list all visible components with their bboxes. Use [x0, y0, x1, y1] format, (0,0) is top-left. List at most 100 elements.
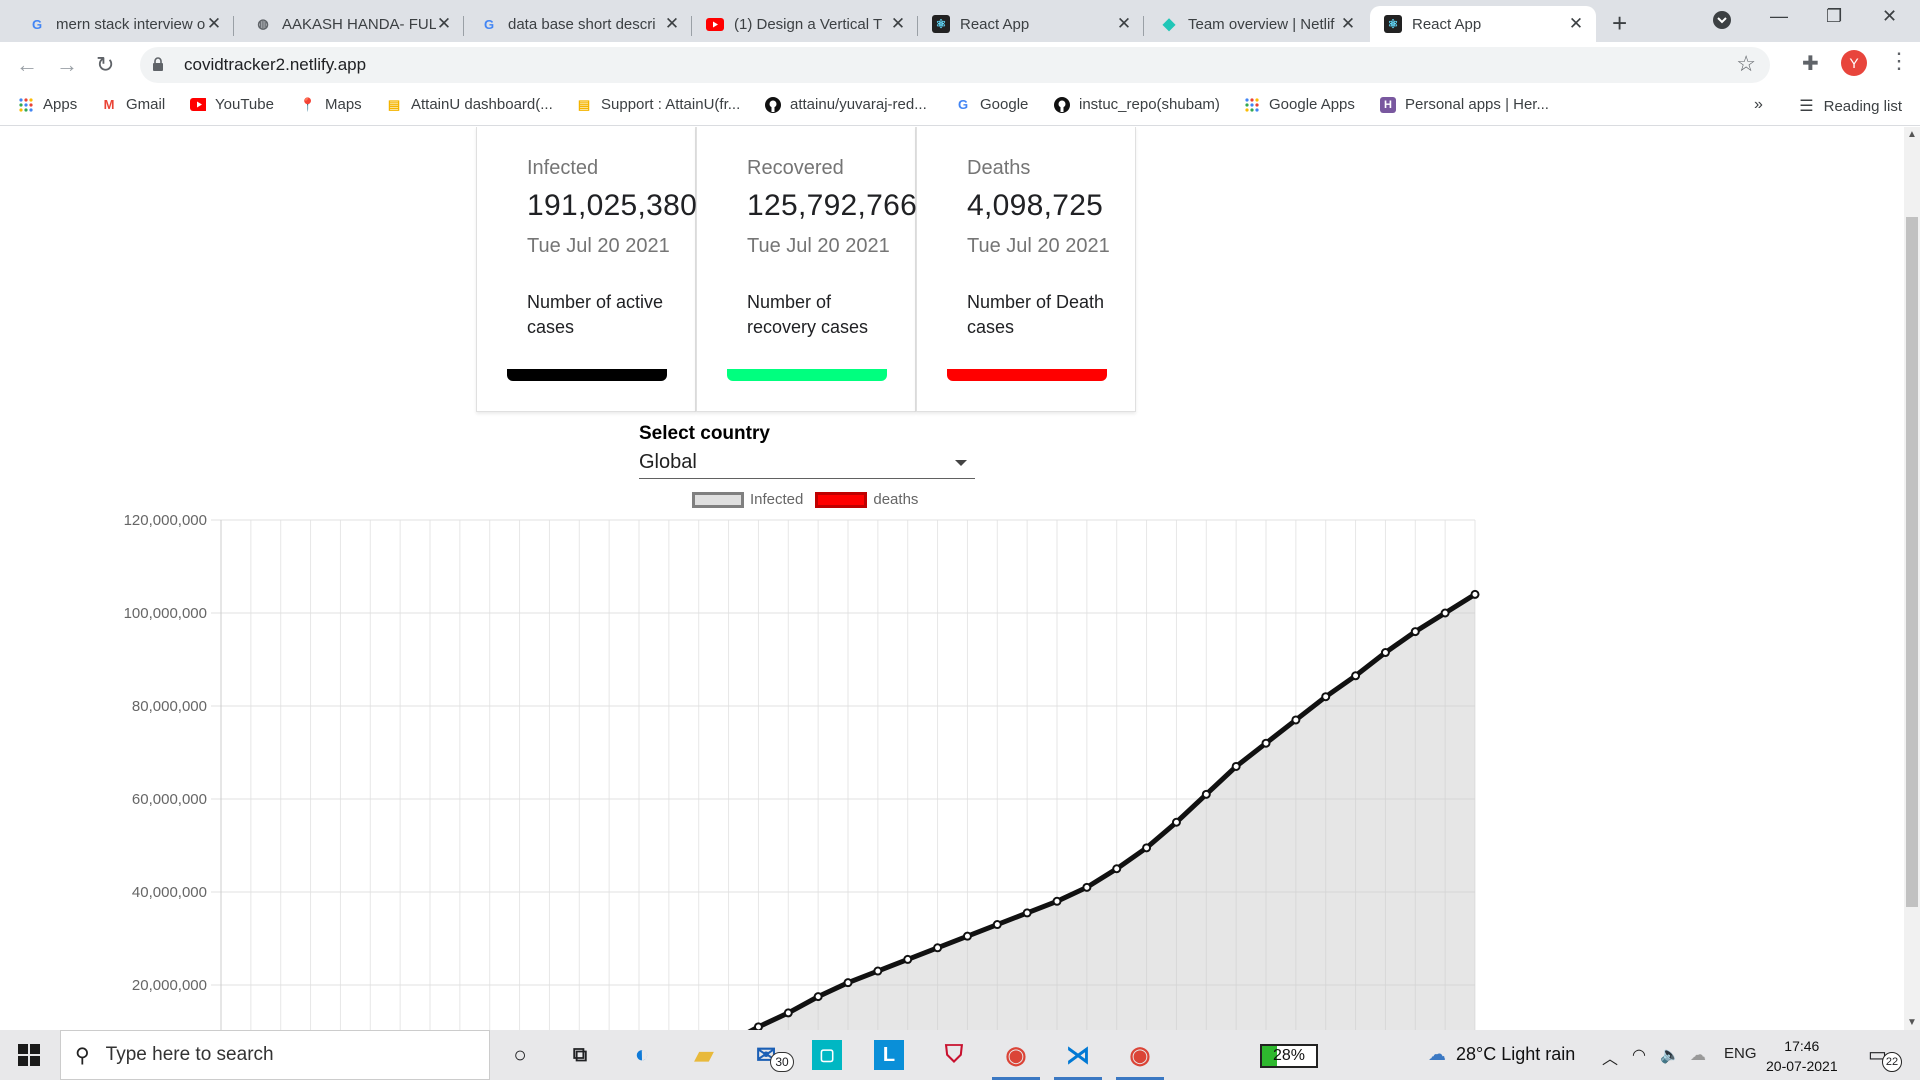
wifi-icon[interactable]: ◠ — [1632, 1045, 1646, 1065]
bookmark-label: Personal apps | Her... — [1405, 96, 1549, 113]
scroll-down-arrow-icon[interactable]: ▼ — [1907, 1017, 1917, 1028]
windows-start-icon[interactable] — [18, 1044, 40, 1066]
close-window-icon[interactable]: ✕ — [1882, 6, 1897, 27]
gmail-icon: M — [103, 97, 115, 112]
bookmark-youtube[interactable]: YouTube — [190, 96, 274, 113]
tab-3[interactable]: (1) Design a Vertical T ✕ — [692, 6, 918, 42]
chrome-profile-icon[interactable]: ◉ — [1116, 1038, 1164, 1080]
extensions-icon[interactable]: ✚ — [1802, 51, 1819, 76]
infected-data-point — [1380, 648, 1390, 658]
bookmark-maps[interactable]: 📍 Maps — [300, 96, 362, 113]
tab-4[interactable]: ⚛ React App ✕ — [918, 6, 1144, 42]
tab-6-active[interactable]: ⚛ React App ✕ — [1370, 6, 1596, 42]
tab-2[interactable]: G data base short descri ✕ — [466, 6, 692, 42]
restore-icon[interactable]: ❐ — [1826, 6, 1842, 27]
store-icon[interactable]: ▢ — [812, 1040, 842, 1070]
bookmark-github-instuc[interactable]: instuc_repo(shubam) — [1054, 96, 1220, 113]
bookmark-github-yuvaraj[interactable]: attainu/yuvaraj-red... — [765, 96, 927, 113]
battery-indicator[interactable]: 28% — [1260, 1044, 1318, 1068]
bookmark-label: Google Apps — [1269, 96, 1355, 113]
windows-taskbar: ⚲ Type here to search ○ ⧉ ◐ ▰ ✉ 30 ▢ L ⛉… — [0, 1030, 1920, 1080]
bookmark-personal-apps[interactable]: H Personal apps | Her... — [1380, 96, 1549, 113]
infected-data-point — [1261, 738, 1271, 748]
close-icon[interactable]: ✕ — [664, 14, 680, 34]
bookmark-attainu-dashboard[interactable]: ▤ AttainU dashboard(... — [386, 96, 553, 113]
close-icon[interactable]: ✕ — [890, 14, 906, 34]
y-tick-label: 20,000,000 — [132, 977, 207, 994]
close-icon[interactable]: ✕ — [1116, 14, 1132, 34]
bookmark-google-apps[interactable]: Google Apps — [1244, 96, 1355, 113]
cortana-icon[interactable]: ○ — [502, 1038, 538, 1072]
l-app-icon[interactable]: L — [874, 1040, 904, 1070]
y-tick-label: 40,000,000 — [132, 884, 207, 901]
tab-5[interactable]: ◆ Team overview | Netlif ✕ — [1146, 6, 1368, 42]
bookmark-label: instuc_repo(shubam) — [1079, 96, 1220, 113]
minimize-icon[interactable]: — — [1770, 6, 1788, 27]
bookmark-label: Google — [980, 96, 1029, 113]
infected-data-point — [992, 920, 1002, 930]
infected-data-point — [1022, 908, 1032, 918]
forward-icon[interactable]: → — [56, 52, 78, 78]
chrome-icon[interactable]: ◉ — [992, 1038, 1040, 1080]
tab-1[interactable]: ◍ AAKASH HANDA- FUL ✕ — [240, 6, 464, 42]
mcafee-icon[interactable]: ⛉ — [936, 1038, 972, 1072]
new-tab-button[interactable]: + — [1612, 8, 1627, 39]
vscode-icon[interactable]: ⋊ — [1054, 1038, 1102, 1080]
taskbar-search-box[interactable]: ⚲ Type here to search — [60, 1030, 490, 1080]
bookmark-label: YouTube — [215, 96, 274, 113]
file-explorer-icon[interactable]: ▰ — [686, 1038, 722, 1072]
infected-data-point — [843, 978, 853, 988]
scrollbar-thumb[interactable] — [1906, 217, 1918, 907]
infected-data-point — [783, 1008, 793, 1018]
infected-data-point — [873, 966, 883, 976]
search-placeholder: Type here to search — [105, 1044, 274, 1065]
tab-title: AAKASH HANDA- FUL — [282, 15, 436, 33]
reading-list-label: Reading list — [1823, 97, 1902, 115]
close-icon[interactable]: ✕ — [1568, 14, 1584, 34]
reload-icon[interactable]: ↻ — [96, 52, 114, 78]
infected-data-point — [1410, 627, 1420, 637]
close-icon[interactable]: ✕ — [206, 14, 222, 34]
bookmark-google[interactable]: G Google — [955, 96, 1028, 113]
tab-title: (1) Design a Vertical T — [734, 15, 883, 33]
reading-list-button[interactable]: ☰ Reading list — [1799, 96, 1902, 116]
show-hidden-icons-icon[interactable]: ︿ — [1602, 1045, 1618, 1069]
github-icon — [1054, 96, 1070, 113]
onedrive-icon[interactable]: ☁ — [1690, 1045, 1706, 1065]
bookmark-label: Apps — [43, 96, 78, 113]
bookmark-apps[interactable]: Apps — [18, 96, 77, 113]
bookmarks-overflow-button[interactable]: » — [1754, 96, 1763, 114]
back-icon[interactable]: ← — [16, 52, 38, 78]
bookmark-gmail[interactable]: M Gmail — [101, 96, 166, 113]
close-icon[interactable]: ✕ — [436, 14, 452, 34]
tab-title: Team overview | Netlif — [1188, 15, 1335, 33]
menu-icon[interactable]: ⋮ — [1888, 48, 1910, 74]
close-icon[interactable]: ✕ — [1340, 14, 1356, 34]
attainu-icon: ▤ — [387, 96, 401, 112]
search-icon: ⚲ — [75, 1044, 90, 1067]
reading-list-icon: ☰ — [1799, 98, 1814, 115]
infected-data-point — [1470, 589, 1480, 599]
edge-icon[interactable]: ◐ — [624, 1038, 660, 1072]
page-scrollbar[interactable]: ▲ ▼ — [1904, 127, 1920, 1030]
notification-center-icon[interactable]: ▭ 22 — [1868, 1042, 1902, 1072]
task-view-icon[interactable]: ⧉ — [562, 1038, 598, 1072]
bookmark-star-icon[interactable]: ☆ — [1736, 51, 1756, 77]
y-tick-label: 120,000,000 — [124, 512, 207, 529]
tab-search-icon[interactable] — [1712, 10, 1732, 35]
system-clock[interactable]: 17:46 20-07-2021 — [1766, 1036, 1838, 1076]
language-indicator[interactable]: ENG — [1724, 1045, 1757, 1062]
scroll-up-arrow-icon[interactable]: ▲ — [1907, 129, 1917, 140]
profile-avatar[interactable]: Y — [1841, 50, 1867, 76]
infected-data-point — [813, 992, 823, 1002]
bookmark-attainu-support[interactable]: ▤ Support : AttainU(fr... — [576, 96, 740, 113]
rain-cloud-icon: ☁ — [1428, 1044, 1446, 1064]
weather-widget[interactable]: ☁ 28°C Light rain — [1428, 1044, 1575, 1065]
bookmark-label: AttainU dashboard(... — [411, 96, 553, 113]
infected-data-point — [903, 954, 913, 964]
volume-icon[interactable]: 🔈 — [1660, 1045, 1680, 1065]
tab-0[interactable]: G mern stack interview o ✕ — [14, 6, 234, 42]
address-bar[interactable]: covidtracker2.netlify.app ☆ — [140, 47, 1770, 83]
infected-data-point — [1201, 789, 1211, 799]
google-icon: G — [31, 16, 43, 32]
